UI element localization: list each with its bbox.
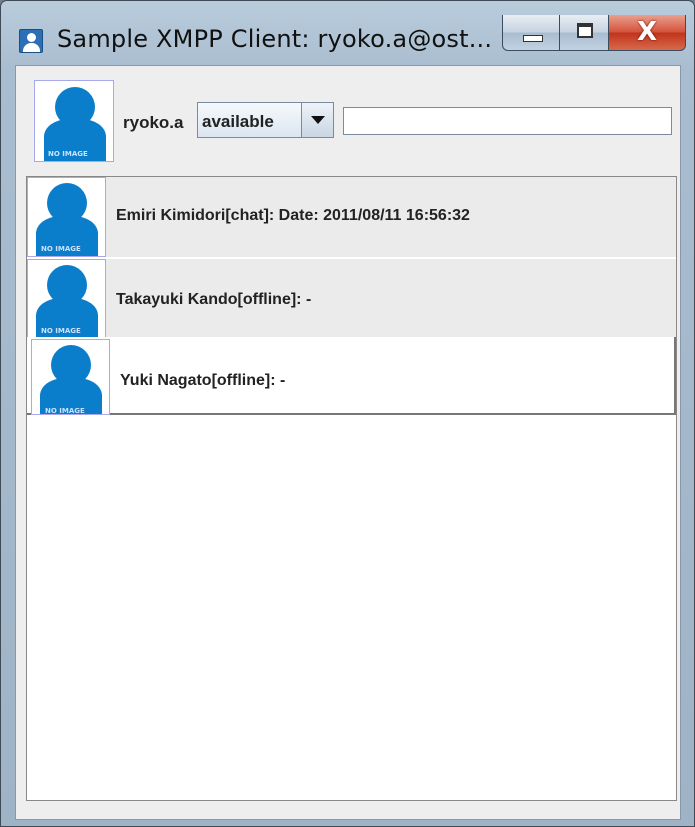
user-app-icon	[19, 29, 43, 53]
minimize-icon	[523, 35, 543, 42]
roster-item-emiri-kimidori[interactable]: NO IMAGE Emiri Kimidori[chat]: Date: 201…	[27, 177, 676, 257]
status-dropdown-button[interactable]	[301, 103, 333, 137]
status-selected-value: available	[202, 112, 274, 131]
roster-item-label: Emiri Kimidori[chat]: Date: 2011/08/11 1…	[116, 207, 470, 224]
roster-item-label: Yuki Nagato[offline]: -	[120, 372, 286, 389]
user-status-bar: NO IMAGE ryoko.a available	[16, 66, 680, 174]
chevron-down-icon	[311, 116, 325, 124]
roster-item-yuki-nagato[interactable]: NO IMAGE Yuki Nagato[offline]: -	[27, 337, 676, 415]
roster-item-label: Takayuki Kando[offline]: -	[116, 291, 312, 308]
roster-list[interactable]: NO IMAGE Emiri Kimidori[chat]: Date: 201…	[26, 176, 677, 801]
no-image-text: NO IMAGE	[41, 245, 81, 253]
contact-avatar: NO IMAGE	[27, 259, 106, 339]
roster-item-takayuki-kando[interactable]: NO IMAGE Takayuki Kando[offline]: -	[27, 259, 676, 339]
minimize-button[interactable]	[502, 15, 560, 51]
status-message-input[interactable]	[343, 107, 672, 135]
close-button[interactable]: X	[608, 15, 686, 51]
app-window: Sample XMPP Client: ryoko.a@ost... X NO …	[0, 0, 695, 827]
caption-buttons: X	[502, 15, 687, 51]
title-bar[interactable]: Sample XMPP Client: ryoko.a@ost... X	[1, 1, 694, 65]
close-icon: X	[636, 17, 658, 47]
contact-avatar: NO IMAGE	[31, 339, 110, 415]
status-dropdown[interactable]: available	[197, 102, 334, 138]
maximize-button[interactable]	[559, 15, 609, 51]
username-label: ryoko.a	[123, 113, 184, 132]
no-image-text: NO IMAGE	[41, 327, 81, 335]
window-title: Sample XMPP Client: ryoko.a@ost...	[57, 25, 493, 53]
client-area: NO IMAGE ryoko.a available NO IMAGE Emir…	[15, 65, 681, 820]
no-image-text: NO IMAGE	[48, 150, 88, 158]
no-image-text: NO IMAGE	[45, 407, 85, 415]
contact-avatar: NO IMAGE	[27, 177, 106, 257]
maximize-icon	[577, 23, 593, 38]
my-avatar: NO IMAGE	[34, 80, 114, 162]
